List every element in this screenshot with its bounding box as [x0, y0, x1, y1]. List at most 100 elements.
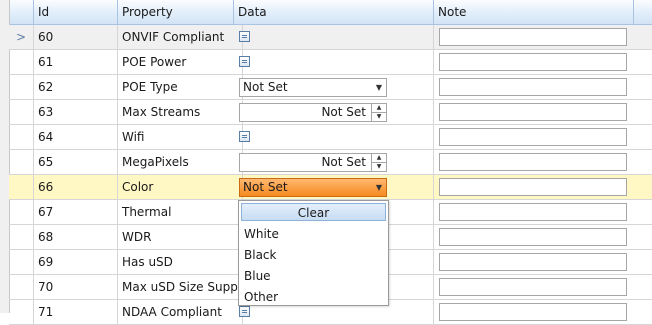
table-row[interactable]: >60 ONVIF Compliant [9, 25, 652, 50]
chevron-down-icon[interactable]: ▼ [376, 79, 382, 96]
cell-property: Has uSD [118, 250, 243, 274]
cell-note [434, 175, 652, 199]
row-indicator-cell [9, 150, 34, 174]
cell-id: 64 [34, 125, 118, 149]
header-indicator-cell [9, 0, 34, 24]
header-data[interactable]: Data [234, 0, 434, 24]
property-grid: Id Property Data Note >60 ONVIF Compliant… [0, 0, 652, 325]
cell-data: Not Set ▲ ▼ [234, 100, 434, 124]
cell-id: 60 [34, 25, 118, 49]
cell-property: Color [118, 175, 243, 199]
cell-note [434, 150, 652, 174]
row-indicator-cell [9, 125, 34, 149]
note-input[interactable] [439, 128, 627, 146]
combobox[interactable]: Not Set ▼ [239, 78, 387, 97]
cell-property: POE Power [118, 50, 243, 74]
grid-header: Id Property Data Note [0, 0, 652, 25]
cell-id: 66 [34, 175, 118, 199]
row-indicator-cell [9, 275, 34, 299]
cell-property: Thermal [118, 200, 243, 224]
note-input[interactable] [439, 278, 627, 296]
cell-property: Max Streams [118, 100, 243, 124]
row-indicator-cell [9, 75, 34, 99]
spin-up-icon[interactable]: ▲ [372, 104, 386, 113]
row-indicator-cell [9, 250, 34, 274]
note-input[interactable] [439, 28, 627, 46]
cell-note [434, 25, 652, 49]
color-combobox[interactable]: Not Set ▼ [239, 178, 387, 197]
note-input[interactable] [439, 228, 627, 246]
cell-id: 68 [34, 225, 118, 249]
row-indicator-cell [9, 175, 34, 199]
note-input[interactable] [439, 53, 627, 71]
table-row[interactable]: 62 POE Type Not Set ▼ [9, 75, 652, 100]
option-white[interactable]: White [244, 224, 279, 244]
checkbox[interactable] [239, 56, 250, 67]
cell-note [434, 50, 652, 74]
checkbox[interactable] [239, 306, 250, 317]
color-dropdown-list: Clear White Black Blue Other [238, 200, 389, 306]
cell-id: 61 [34, 50, 118, 74]
note-input[interactable] [439, 78, 627, 96]
cell-id: 69 [34, 250, 118, 274]
checkbox[interactable] [239, 31, 250, 42]
note-input[interactable] [439, 103, 627, 121]
note-input[interactable] [439, 153, 627, 171]
cell-property: Wifi [118, 125, 243, 149]
row-indicator-cell [9, 300, 34, 324]
spin-editor[interactable]: Not Set ▲ ▼ [239, 103, 387, 122]
cell-data: Not Set ▼ [234, 175, 434, 199]
cell-property: Max uSD Size Suppo [118, 275, 243, 299]
table-row[interactable]: 61 POE Power [9, 50, 652, 75]
note-input[interactable] [439, 253, 627, 271]
spin-down-icon[interactable]: ▼ [372, 113, 386, 121]
cell-id: 65 [34, 150, 118, 174]
cell-note [434, 125, 652, 149]
spin-down-icon[interactable]: ▼ [372, 163, 386, 171]
cell-property: NDAA Compliant [118, 300, 243, 324]
cell-property: WDR [118, 225, 243, 249]
note-input[interactable] [439, 303, 627, 321]
checkbox[interactable] [239, 131, 250, 142]
cell-id: 71 [34, 300, 118, 324]
option-blue[interactable]: Blue [244, 266, 271, 286]
option-black[interactable]: Black [244, 245, 276, 265]
row-indicator-cell [9, 200, 34, 224]
cell-id: 62 [34, 75, 118, 99]
note-input[interactable] [439, 178, 627, 196]
chevron-down-icon[interactable]: ▼ [376, 179, 382, 196]
table-row[interactable]: 66 Color Not Set ▼ [9, 175, 652, 200]
spin-buttons: ▲ ▼ [371, 154, 386, 171]
current-row-indicator: > [9, 25, 34, 49]
header-property[interactable]: Property [118, 0, 234, 24]
spin-buttons: ▲ ▼ [371, 104, 386, 121]
cell-property: POE Type [118, 75, 243, 99]
header-note[interactable]: Note [434, 0, 634, 24]
cell-data [234, 125, 434, 149]
cell-data [234, 25, 434, 49]
cell-data [234, 50, 434, 74]
note-input[interactable] [439, 203, 627, 221]
clear-button[interactable]: Clear [241, 203, 386, 221]
spin-up-icon[interactable]: ▲ [372, 154, 386, 163]
spin-editor[interactable]: Not Set ▲ ▼ [239, 153, 387, 172]
header-id[interactable]: Id [34, 0, 118, 24]
cell-id: 70 [34, 275, 118, 299]
table-row[interactable]: 64 Wifi [9, 125, 652, 150]
cell-data: Not Set ▲ ▼ [234, 150, 434, 174]
row-indicator-cell [9, 100, 34, 124]
combobox-value: Not Set [243, 180, 288, 194]
cell-note [434, 275, 652, 299]
cell-note [434, 200, 652, 224]
table-row[interactable]: 65 MegaPixels Not Set ▲ ▼ [9, 150, 652, 175]
spin-value: Not Set [321, 105, 366, 119]
cell-note [434, 250, 652, 274]
table-row[interactable]: 63 Max Streams Not Set ▲ ▼ [9, 100, 652, 125]
option-other[interactable]: Other [244, 287, 278, 307]
row-indicator-cell [9, 50, 34, 74]
cell-id: 63 [34, 100, 118, 124]
cell-id: 67 [34, 200, 118, 224]
spin-value: Not Set [321, 155, 366, 169]
header-filler [634, 0, 652, 24]
combobox-value: Not Set [243, 80, 288, 94]
